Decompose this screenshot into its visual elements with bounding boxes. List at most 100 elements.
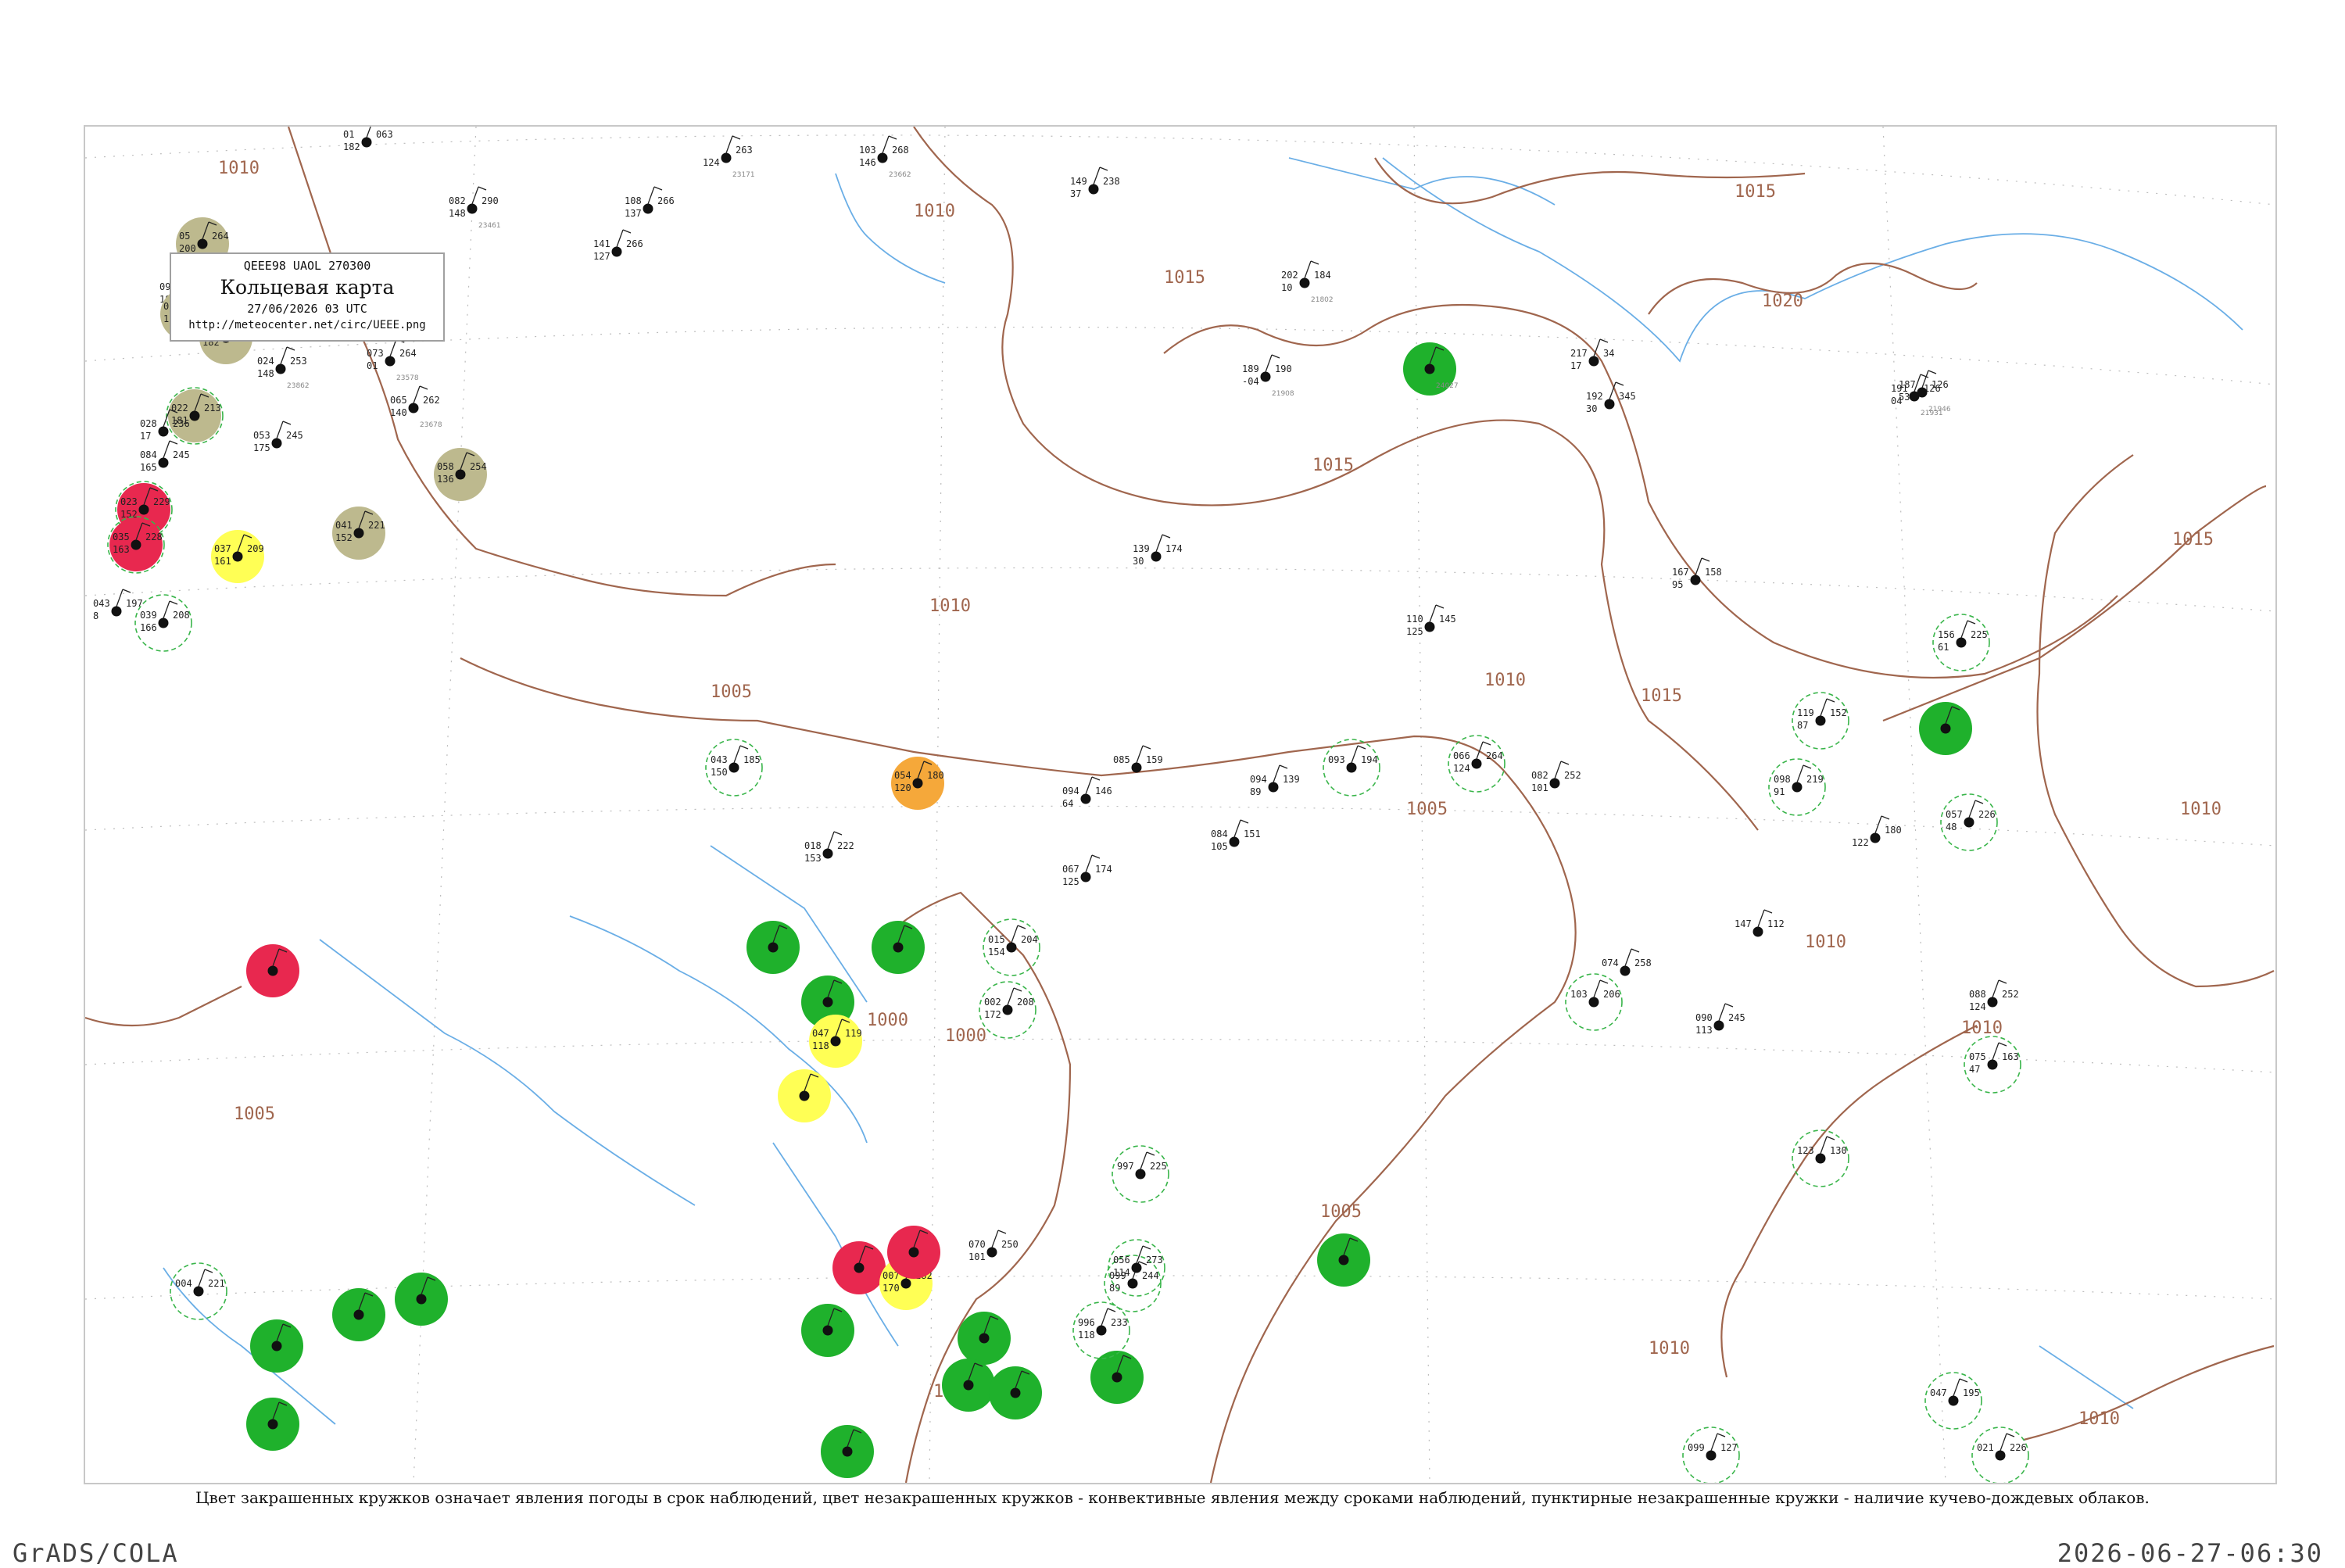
isobar-label: 1005 bbox=[711, 682, 752, 702]
wind-barb-icon bbox=[1093, 166, 1101, 185]
station bbox=[246, 1398, 299, 1451]
wind-barb-feather bbox=[1701, 557, 1710, 562]
cloud-cover-icon bbox=[1956, 637, 1967, 648]
wind-barb-feather bbox=[1631, 948, 1640, 953]
station-pressure: 226 bbox=[2010, 1442, 2027, 1453]
footer-software: GrADS/COLA bbox=[13, 1538, 179, 1568]
station bbox=[821, 1425, 874, 1478]
station-pressure: 262 bbox=[423, 395, 440, 406]
wind-barb-feather bbox=[1271, 354, 1280, 359]
station-temperature: 156 bbox=[1938, 629, 1955, 640]
station-pressure: 254 bbox=[470, 461, 487, 472]
wind-barb-feather bbox=[622, 229, 632, 234]
station-temperature: 070 bbox=[968, 1239, 986, 1250]
cloud-cover-icon bbox=[416, 1294, 427, 1305]
cloud-cover-icon bbox=[158, 457, 169, 468]
wind-barb-feather bbox=[169, 600, 178, 605]
cloud-cover-icon bbox=[1713, 1020, 1724, 1031]
station-dewpoint: 146 bbox=[859, 157, 876, 168]
wind-barb-icon bbox=[1233, 819, 1241, 838]
station: 146 09464 bbox=[1062, 776, 1112, 809]
station: 233 996 118 bbox=[1072, 1301, 1130, 1359]
cloud-cover-icon bbox=[1987, 997, 1998, 1008]
cloud-cover-icon bbox=[467, 203, 478, 214]
station: 226 021 bbox=[1971, 1427, 2029, 1483]
station: 184 20210 21802 bbox=[1281, 260, 1334, 304]
station-dewpoint: 172 bbox=[984, 1009, 1001, 1020]
station-temperature: 084 bbox=[140, 449, 157, 460]
isobar-label: 1010 bbox=[929, 596, 971, 616]
wind-barb-feather bbox=[1560, 761, 1570, 765]
cloud-cover-icon bbox=[1080, 872, 1091, 882]
station: 208 002172 bbox=[979, 981, 1036, 1039]
station-pressure: 345 bbox=[1619, 391, 1636, 402]
station bbox=[872, 921, 925, 974]
station-pressure: 185 bbox=[743, 754, 761, 765]
wind-barb-icon bbox=[163, 440, 170, 459]
cloud-cover-icon bbox=[353, 1309, 364, 1320]
station-dewpoint: 64 bbox=[1062, 798, 1073, 809]
wind-barb-feather bbox=[1240, 819, 1249, 824]
station: 245 090 113 bbox=[1695, 1003, 1745, 1036]
station-dewpoint: 125 bbox=[1406, 626, 1423, 637]
station: 290 082 148 23461 bbox=[449, 186, 501, 230]
station-temperature: 028 bbox=[140, 418, 157, 429]
station-dewpoint: 150 bbox=[711, 767, 728, 778]
cloud-cover-icon bbox=[1870, 832, 1881, 843]
cloud-cover-icon bbox=[1131, 762, 1142, 773]
station-temperature: 043 bbox=[93, 598, 110, 609]
cloud-cover-icon bbox=[1588, 997, 1599, 1008]
wind-barb-feather bbox=[1826, 698, 1835, 703]
station-dewpoint: 114 bbox=[1113, 1267, 1130, 1278]
wind-barb-feather bbox=[1099, 166, 1108, 171]
cloud-cover-icon bbox=[1127, 1278, 1138, 1289]
station-temperature: 098 bbox=[1774, 774, 1791, 785]
station: 190 189 -04 21908 bbox=[1242, 354, 1294, 398]
station-pressure: 190 bbox=[1275, 363, 1292, 374]
wind-barb-feather bbox=[1763, 909, 1773, 914]
station-pressure: 221 bbox=[208, 1278, 225, 1289]
station: 226 057 48 bbox=[1940, 793, 1998, 851]
wind-barb-feather bbox=[732, 135, 741, 140]
station: 174 139 30 bbox=[1133, 534, 1183, 567]
station-temperature: 996 bbox=[1078, 1317, 1095, 1328]
wind-barb-feather bbox=[122, 589, 131, 593]
station-temperature: 149 bbox=[1070, 176, 1087, 187]
station-dewpoint: 161 bbox=[214, 556, 231, 567]
station-dewpoint: 154 bbox=[988, 947, 1005, 958]
station: 206 103 bbox=[1565, 973, 1623, 1031]
station-temperature: 103 bbox=[859, 145, 876, 156]
wind-barb-feather bbox=[1162, 534, 1171, 539]
cloud-cover-icon bbox=[1006, 942, 1017, 953]
station-pressure: 245 bbox=[1728, 1012, 1745, 1023]
station-pressure: 063 bbox=[376, 129, 393, 140]
station bbox=[778, 1069, 831, 1122]
wind-barb-feather bbox=[1724, 1003, 1734, 1008]
station-dewpoint: 124 bbox=[1453, 763, 1470, 774]
station-pressure: 195 bbox=[1963, 1387, 1980, 1398]
station-pressure: 127 bbox=[1720, 1442, 1738, 1453]
isobar-label: 1015 bbox=[1641, 686, 1682, 706]
station-pressure: 180 bbox=[1885, 825, 1902, 836]
station: 245 084 165 bbox=[140, 440, 190, 473]
wind-barb-icon bbox=[1140, 1151, 1147, 1170]
station: 253 024148 23862 bbox=[257, 346, 310, 390]
cloud-cover-icon bbox=[408, 403, 419, 413]
station: 219 09891 bbox=[1768, 758, 1826, 816]
wind-barb-icon bbox=[1011, 925, 1019, 943]
station-pressure: 273 bbox=[1146, 1255, 1163, 1265]
wind-barb-icon bbox=[276, 421, 284, 439]
wind-barb-icon bbox=[1992, 1042, 2000, 1061]
station-temperature: 037 bbox=[214, 543, 231, 554]
cloud-cover-icon bbox=[267, 1419, 278, 1430]
wind-barb-icon bbox=[1820, 1136, 1828, 1155]
cloud-cover-icon bbox=[1792, 782, 1803, 793]
station-pressure: 112 bbox=[1767, 918, 1785, 929]
river-north-1 bbox=[835, 173, 946, 284]
station-temperature: 041 bbox=[335, 520, 353, 531]
isobar-label: 1015 bbox=[1312, 456, 1354, 475]
station-dewpoint: -04 bbox=[1242, 376, 1259, 387]
cloud-cover-icon bbox=[189, 410, 200, 421]
station: 180 122 bbox=[1852, 815, 1902, 848]
station: 130 123 bbox=[1792, 1129, 1849, 1187]
